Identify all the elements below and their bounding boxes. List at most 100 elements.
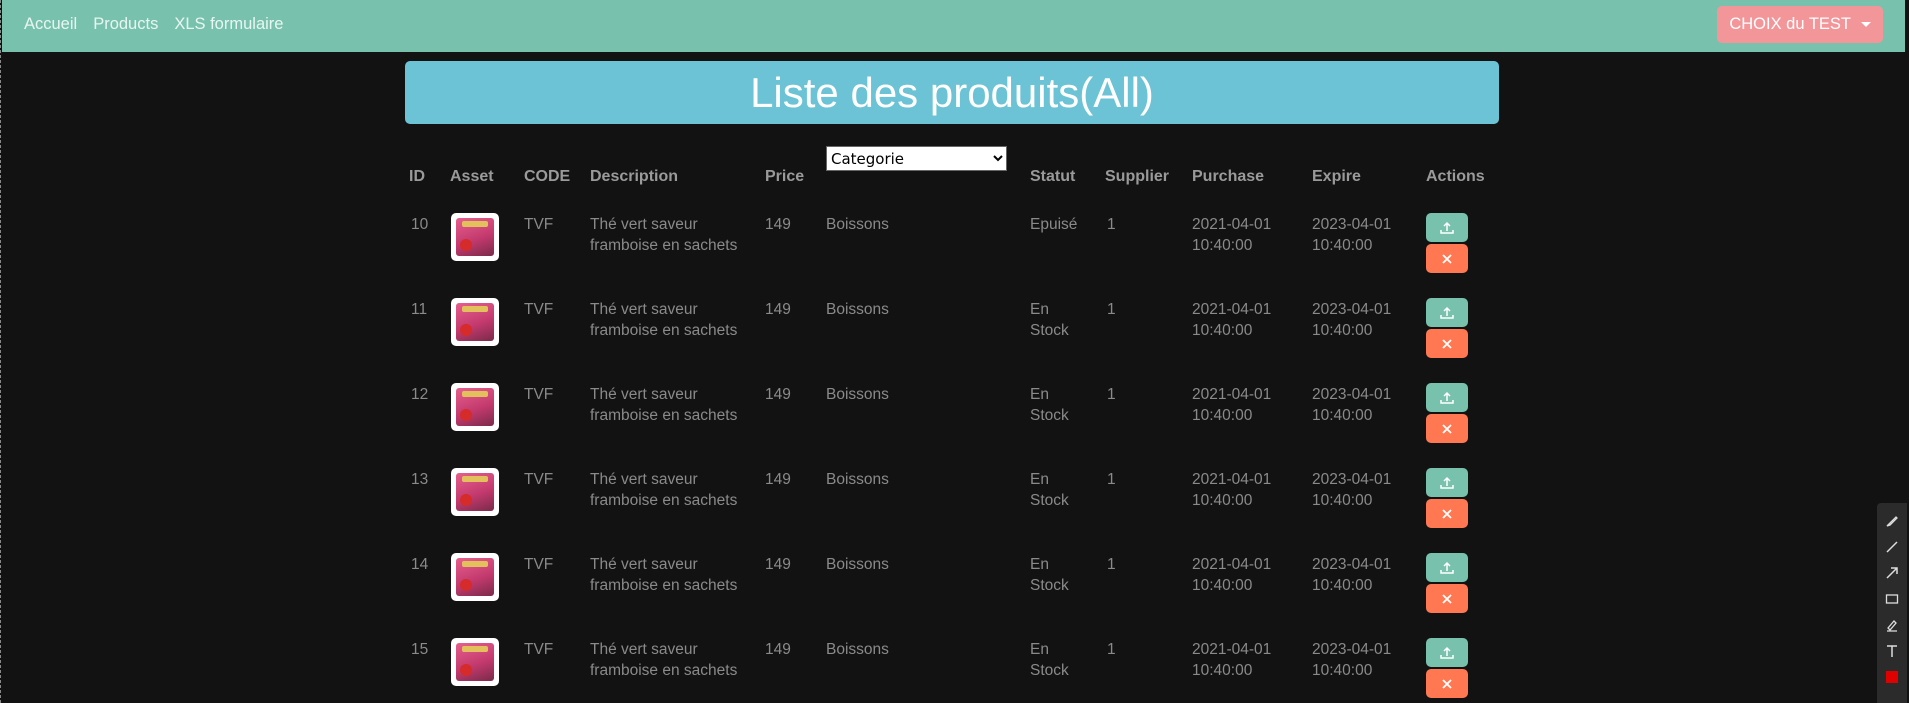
tea-box-image xyxy=(456,218,494,256)
cell-category: Boissons xyxy=(826,216,889,233)
cell-purchase-date: 2021-04-01 xyxy=(1192,216,1272,233)
cell-code: TVF xyxy=(524,471,554,488)
nav-links: Accueil Products XLS formulaire xyxy=(24,0,283,48)
color-swatch-icon[interactable] xyxy=(1884,669,1900,685)
header-asset: Asset xyxy=(450,168,494,185)
cell-category: Boissons xyxy=(826,641,889,658)
cell-expire-date: 2023-04-01 xyxy=(1312,216,1392,233)
cell-expire-date: 2023-04-01 xyxy=(1312,471,1392,488)
close-icon xyxy=(1440,337,1454,351)
cell-price: 149 xyxy=(765,216,791,233)
upload-button[interactable] xyxy=(1426,213,1468,242)
arrow-icon[interactable] xyxy=(1884,565,1900,581)
cell-purchase-time: 10:40:00 xyxy=(1192,407,1253,424)
cell-statut-line2: Stock xyxy=(1030,577,1069,594)
rectangle-icon[interactable] xyxy=(1884,591,1900,607)
line-icon[interactable] xyxy=(1884,539,1900,555)
cell-category: Boissons xyxy=(826,301,889,318)
close-icon xyxy=(1440,677,1454,691)
nav-link-accueil[interactable]: Accueil xyxy=(24,15,77,34)
cell-price: 149 xyxy=(765,301,791,318)
delete-button[interactable] xyxy=(1426,499,1468,528)
cell-statut-line2: Stock xyxy=(1030,407,1069,424)
delete-button[interactable] xyxy=(1426,584,1468,613)
navbar: Accueil Products XLS formulaire CHOIX du… xyxy=(2,0,1905,52)
header-purchase: Purchase xyxy=(1192,168,1265,185)
cell-purchase-date: 2021-04-01 xyxy=(1192,641,1272,658)
pen-icon[interactable] xyxy=(1884,513,1900,529)
cell-expire-time: 10:40:00 xyxy=(1312,407,1373,424)
page-title: Liste des produits(All) xyxy=(750,68,1154,116)
cell-supplier: 1 xyxy=(1107,301,1116,318)
cell-description-line1: Thé vert saveur xyxy=(590,641,698,658)
cell-statut-line2: Stock xyxy=(1030,662,1069,679)
cell-purchase-time: 10:40:00 xyxy=(1192,662,1253,679)
cell-supplier: 1 xyxy=(1107,386,1116,403)
cell-code: TVF xyxy=(524,641,554,658)
nav-link-xls-formulaire[interactable]: XLS formulaire xyxy=(174,15,283,34)
highlighter-icon[interactable] xyxy=(1884,617,1900,633)
header-statut: Statut xyxy=(1030,168,1076,185)
header-actions: Actions xyxy=(1426,168,1485,185)
page-title-banner: Liste des produits(All) xyxy=(405,61,1499,124)
close-icon xyxy=(1440,422,1454,436)
cell-code: TVF xyxy=(524,386,554,403)
header-id: ID xyxy=(409,168,425,185)
cell-description-line2: framboise en sachets xyxy=(590,662,738,679)
cell-description-line1: Thé vert saveur xyxy=(590,301,698,318)
close-icon xyxy=(1440,252,1454,266)
close-icon xyxy=(1440,507,1454,521)
header-code: CODE xyxy=(524,168,571,185)
page-edge-guide xyxy=(0,0,1,703)
product-thumbnail xyxy=(451,468,499,516)
cell-code: TVF xyxy=(524,301,554,318)
cell-purchase-time: 10:40:00 xyxy=(1192,577,1253,594)
tea-box-image xyxy=(456,473,494,511)
cell-id: 12 xyxy=(411,386,429,403)
upload-icon xyxy=(1439,560,1455,576)
cell-statut-line1: En xyxy=(1030,471,1049,488)
cell-code: TVF xyxy=(524,556,554,573)
cell-purchase-date: 2021-04-01 xyxy=(1192,556,1272,573)
text-icon[interactable] xyxy=(1884,643,1900,659)
cell-purchase-time: 10:40:00 xyxy=(1192,322,1253,339)
delete-button[interactable] xyxy=(1426,669,1468,698)
cell-code: TVF xyxy=(524,216,554,233)
category-select[interactable]: Categorie xyxy=(826,146,1007,171)
header-supplier: Supplier xyxy=(1105,168,1170,185)
caret-down-icon xyxy=(1861,22,1871,27)
cell-purchase-date: 2021-04-01 xyxy=(1192,471,1272,488)
delete-button[interactable] xyxy=(1426,329,1468,358)
cell-expire-date: 2023-04-01 xyxy=(1312,641,1392,658)
cell-purchase-date: 2021-04-01 xyxy=(1192,386,1272,403)
cell-statut-line1: En xyxy=(1030,641,1049,658)
cell-id: 11 xyxy=(411,301,428,318)
cell-description-line1: Thé vert saveur xyxy=(590,471,698,488)
cell-expire-time: 10:40:00 xyxy=(1312,492,1373,509)
product-thumbnail xyxy=(451,213,499,261)
cell-id: 13 xyxy=(411,471,429,488)
tea-box-image xyxy=(456,643,494,681)
delete-button[interactable] xyxy=(1426,244,1468,273)
header-price: Price xyxy=(765,168,805,185)
cell-description-line1: Thé vert saveur xyxy=(590,386,698,403)
cell-description-line2: framboise en sachets xyxy=(590,322,738,339)
choix-test-dropdown[interactable]: CHOIX du TEST xyxy=(1717,6,1883,43)
upload-button[interactable] xyxy=(1426,383,1468,412)
upload-button[interactable] xyxy=(1426,553,1468,582)
cell-description-line1: Thé vert saveur xyxy=(590,556,698,573)
cell-id: 14 xyxy=(411,556,429,573)
cell-purchase-time: 10:40:00 xyxy=(1192,237,1253,254)
nav-link-products[interactable]: Products xyxy=(93,15,158,34)
upload-button[interactable] xyxy=(1426,468,1468,497)
upload-icon xyxy=(1439,305,1455,321)
cell-purchase-time: 10:40:00 xyxy=(1192,492,1253,509)
cell-price: 149 xyxy=(765,386,791,403)
upload-button[interactable] xyxy=(1426,638,1468,667)
delete-button[interactable] xyxy=(1426,414,1468,443)
cell-id: 10 xyxy=(411,216,429,233)
cell-description-line2: framboise en sachets xyxy=(590,237,738,254)
tea-box-image xyxy=(456,303,494,341)
upload-button[interactable] xyxy=(1426,298,1468,327)
cell-supplier: 1 xyxy=(1107,216,1116,233)
